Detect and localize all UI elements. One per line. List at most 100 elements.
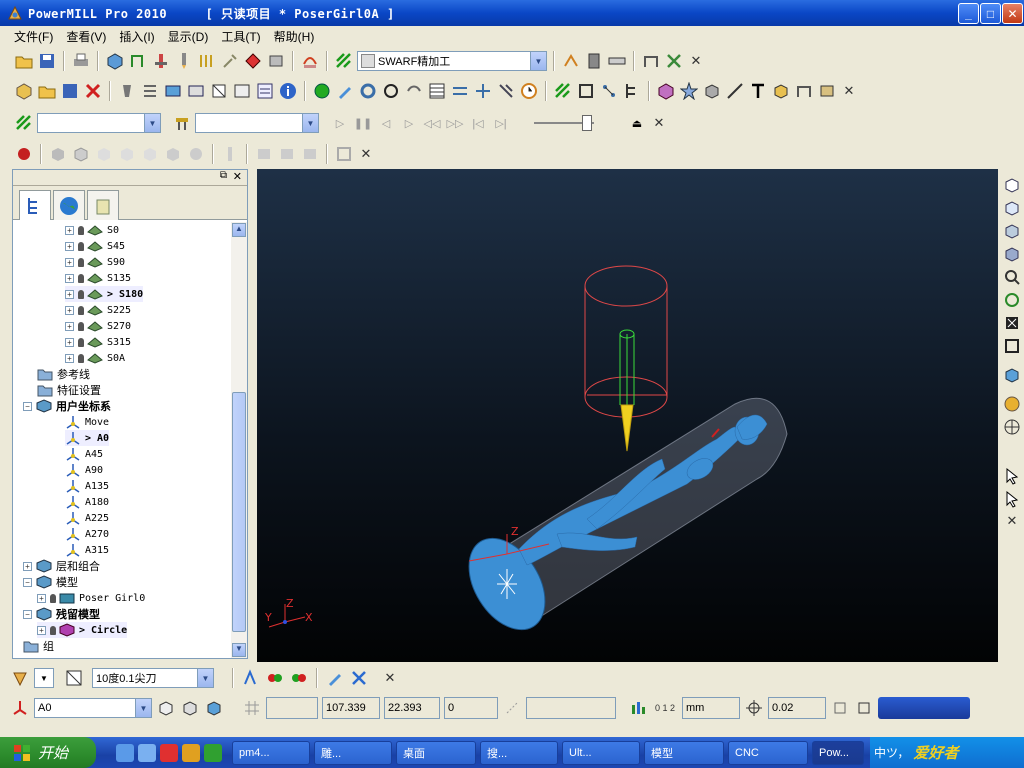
lightbulb-icon[interactable] [50, 625, 56, 635]
open-project-icon[interactable] [37, 81, 57, 101]
tree-row[interactable]: + 层和组合 [23, 558, 100, 574]
tree-row[interactable]: A225 [65, 510, 109, 526]
tree-row[interactable]: − 模型 [23, 574, 78, 590]
calculate-icon[interactable] [561, 51, 581, 71]
wireframe-icon[interactable] [209, 81, 229, 101]
lightbulb-icon[interactable] [78, 225, 84, 235]
scroll-thumb[interactable] [232, 392, 246, 632]
menu-tools[interactable]: 工具(T) [221, 28, 260, 45]
tree-row[interactable]: > A0 [65, 430, 110, 446]
expand-icon[interactable]: + [23, 561, 32, 571]
tool-color-icon[interactable] [265, 668, 285, 688]
workplane-tool-2-icon[interactable] [180, 698, 200, 718]
open-folder-icon[interactable] [14, 51, 34, 71]
gray-frame-icon[interactable] [334, 144, 354, 164]
lightbulb-icon[interactable] [78, 241, 84, 251]
expand-icon[interactable]: + [65, 321, 74, 331]
edit-tool-icon[interactable] [241, 668, 261, 688]
menu-display[interactable]: 显示(D) [168, 28, 209, 45]
view-iso-4-icon[interactable] [1002, 244, 1022, 264]
model-icon[interactable] [117, 81, 137, 101]
pencil-icon[interactable] [325, 668, 345, 688]
gray-block-4-icon[interactable] [117, 144, 137, 164]
active-tool-select[interactable]: 10度0.1尖刀 ▼ [92, 668, 214, 688]
spiral-icon[interactable] [404, 81, 424, 101]
menu-view[interactable]: 查看(V) [66, 28, 106, 45]
view-iso-1-icon[interactable] [1002, 175, 1022, 195]
tab-recycle[interactable] [87, 190, 119, 220]
explorer-close-icon[interactable]: ✕ [233, 170, 242, 183]
grid-icon[interactable] [242, 698, 262, 718]
menu-help[interactable]: 帮助(H) [274, 28, 315, 45]
tree-row[interactable]: 特征设置 [37, 382, 101, 398]
refresh-icon[interactable] [381, 81, 401, 101]
fast-forward-icon[interactable]: ▷▷ [445, 113, 465, 133]
table-icon[interactable] [427, 81, 447, 101]
record-icon[interactable] [14, 144, 34, 164]
expand-icon[interactable]: + [65, 257, 74, 267]
lightbulb-icon[interactable] [78, 289, 84, 299]
chevron-down-icon[interactable]: ▼ [197, 669, 213, 687]
go-end-icon[interactable]: ▷| [491, 113, 511, 133]
gray-block-6-icon[interactable] [163, 144, 183, 164]
menu-insert[interactable]: 插入(I) [119, 28, 154, 45]
lightbulb-icon[interactable] [78, 321, 84, 331]
go-start-icon[interactable]: |◁ [468, 113, 488, 133]
tree-row[interactable]: 组 [23, 638, 54, 654]
start-point-icon[interactable] [220, 51, 240, 71]
tree-row[interactable]: + > Circle [37, 622, 128, 638]
text-icon[interactable] [748, 81, 768, 101]
fit-view-icon[interactable] [1002, 313, 1022, 333]
tree-row[interactable]: − 用户坐标系 [23, 398, 111, 414]
simulation-path-select[interactable]: ▼ [37, 113, 161, 133]
lightbulb-icon[interactable] [78, 305, 84, 315]
tab-globe[interactable] [53, 190, 85, 220]
expand-icon[interactable]: + [65, 225, 74, 235]
tool-type-icon[interactable] [10, 668, 30, 688]
expand-icon[interactable]: + [65, 353, 74, 363]
side-toolbar-close-icon[interactable]: ✕ [1003, 512, 1021, 530]
expand-icon[interactable]: + [37, 593, 46, 603]
gray-tool-2-icon[interactable] [277, 144, 297, 164]
expand-icon[interactable]: + [65, 305, 74, 315]
gray-bar-icon[interactable] [220, 144, 240, 164]
bar-chart-icon[interactable] [628, 698, 648, 718]
workplane-tool-3-icon[interactable] [204, 698, 224, 718]
close-button[interactable]: ✕ [1002, 3, 1023, 24]
rotate-view-icon[interactable] [1002, 290, 1022, 310]
chevron-down-icon[interactable]: ▼ [135, 699, 151, 717]
solid-icon[interactable] [771, 81, 791, 101]
tree-row[interactable]: + S0A [65, 350, 125, 366]
frame-icon[interactable] [576, 81, 596, 101]
delete-icon[interactable] [83, 81, 103, 101]
calculator-icon[interactable] [584, 51, 604, 71]
tree-row[interactable]: + S315 [65, 334, 131, 350]
frame-view-icon[interactable] [1002, 336, 1022, 356]
active-toolpath-icon[interactable] [334, 51, 354, 71]
surface-icon[interactable] [163, 81, 183, 101]
material-icon[interactable] [1002, 394, 1022, 414]
undo-select-icon[interactable] [1002, 489, 1022, 509]
expand-icon[interactable]: + [37, 625, 46, 635]
ruler-icon[interactable] [607, 51, 627, 71]
maximize-button[interactable]: □ [980, 3, 1001, 24]
task-diao[interactable]: 雕... [314, 740, 392, 765]
tree-row[interactable]: + S225 [65, 302, 131, 318]
explorer-scrollbar[interactable]: ▲ ▼ [231, 222, 247, 658]
lightbulb-icon[interactable] [78, 257, 84, 267]
tree-row[interactable]: + > S180 [65, 286, 144, 302]
expand-icon[interactable]: + [65, 241, 74, 251]
task-powermill[interactable]: Pow... [812, 740, 864, 765]
cut-icon[interactable] [496, 81, 516, 101]
tree-row[interactable]: A90 [65, 462, 103, 478]
toolpath-selector[interactable]: SWARF精加工 ▼ [357, 51, 547, 71]
toolpath-strategy-icon[interactable] [300, 51, 320, 71]
collapse-icon[interactable]: − [23, 609, 32, 619]
start-button[interactable]: 开始 [0, 737, 96, 768]
stock-icon[interactable] [656, 81, 676, 101]
network-icon[interactable] [599, 81, 619, 101]
tools-cross-icon[interactable] [349, 668, 369, 688]
green-dot-icon[interactable] [312, 81, 332, 101]
toolbar2-close-icon[interactable]: ✕ [840, 82, 858, 100]
ime-indicator[interactable]: 中ツ， [874, 744, 909, 761]
